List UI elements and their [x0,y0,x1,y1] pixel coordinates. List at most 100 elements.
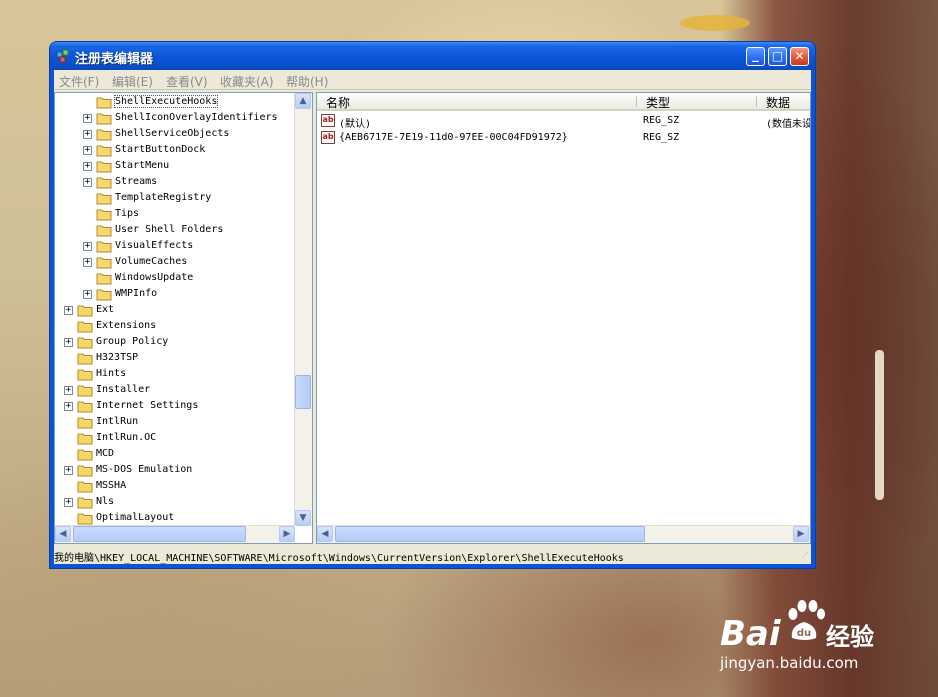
tree-node[interactable]: + VolumeCaches [55,255,295,271]
menu-view[interactable]: 查看(V) [166,73,208,90]
tree-node[interactable]: MCD [55,447,295,463]
folder-icon [77,321,93,333]
tree-node-label: Internet Settings [96,400,199,411]
expand-plus-icon[interactable]: + [64,306,73,315]
column-header-type[interactable]: 类型 [637,93,757,111]
folder-icon [96,177,112,189]
folder-icon [96,241,112,253]
tree-node[interactable]: Hints [55,367,295,383]
value-type: REG_SZ [643,115,680,126]
title-bar[interactable]: 注册表编辑器 _ □ ✕ [50,42,815,70]
expand-plus-icon[interactable]: + [64,466,73,475]
tree-horizontal-scrollbar[interactable]: ◀ ▶ [55,525,295,543]
expand-plus-icon[interactable]: + [64,402,73,411]
column-header-name[interactable]: 名称 [317,93,637,111]
menu-favorites[interactable]: 收藏夹(A) [220,73,274,90]
tree-node-label: User Shell Folders [115,224,224,235]
tree-node-label: ShellIconOverlayIdentifiers [115,112,278,123]
tree-node[interactable]: Extensions [55,319,295,335]
tree-node[interactable]: + StartMenu [55,159,295,175]
resize-grip-icon[interactable]: ⋰ [802,551,809,559]
folder-icon [77,401,93,413]
maximize-button[interactable]: □ [768,47,787,66]
folder-icon [96,193,112,205]
scroll-right-arrow-icon[interactable]: ▶ [279,526,295,542]
folder-icon [96,209,112,221]
expand-plus-icon[interactable]: + [64,338,73,347]
close-button[interactable]: ✕ [790,47,809,66]
watermark-brand: Bai [720,614,781,654]
scroll-right-arrow-icon[interactable]: ▶ [793,526,809,542]
tree-node[interactable]: IntlRun [55,415,295,431]
menu-edit[interactable]: 编辑(E) [112,73,153,90]
folder-icon [96,113,112,125]
folder-icon [77,369,93,381]
expand-plus-icon[interactable]: + [83,162,92,171]
expand-plus-icon[interactable]: + [83,130,92,139]
list-hscroll-thumb[interactable] [335,526,645,542]
value-row[interactable]: ab (默认) REG_SZ (数值未设 [317,113,810,130]
expand-plus-icon[interactable]: + [64,498,73,507]
tree-node[interactable]: + MS-DOS Emulation [55,463,295,479]
tree-node[interactable]: IntlRun.OC [55,431,295,447]
expand-plus-icon[interactable]: + [83,242,92,251]
value-list-pane[interactable]: 名称 类型 数据 ab (默认) REG_SZ (数值未设 ab {AEB6717E-7E… [316,92,811,544]
scroll-left-arrow-icon[interactable]: ◀ [317,526,333,542]
tree-node-label: MS-DOS Emulation [96,464,193,475]
folder-icon [77,465,93,477]
tree-node[interactable]: + ShellIconOverlayIdentifiers [55,111,295,127]
key-tree-pane[interactable]: ShellExecuteHooks + ShellIconOverlayIdenti… [54,92,313,544]
tree-node-label: IntlRun.OC [96,432,157,443]
expand-plus-icon[interactable]: + [83,258,92,267]
scroll-left-arrow-icon[interactable]: ◀ [55,526,71,542]
client-area: 文件(F) 编辑(E) 查看(V) 收藏夹(A) 帮助(H) ShellExec… [54,70,811,564]
tree-hscroll-thumb[interactable] [73,526,246,542]
expand-plus-icon[interactable]: + [83,146,92,155]
menu-divider [54,89,811,90]
column-name-label: 名称 [326,96,351,110]
scroll-down-arrow-icon[interactable]: ▼ [295,510,311,526]
menu-file[interactable]: 文件(F) [59,73,99,90]
expand-plus-icon[interactable]: + [83,290,92,299]
column-data-label: 数据 [766,96,791,110]
tree-node-label: MCD [96,448,115,459]
tree-node[interactable]: + Nls [55,495,295,511]
tree-node-label: WindowsUpdate [115,272,194,283]
value-row[interactable]: ab {AEB6717E-7E19-11d0-97EE-00C04FD91972}… [317,130,810,146]
tree-node[interactable]: + Internet Settings [55,399,295,415]
tree-node-label: Nls [96,496,115,507]
close-icon: ✕ [794,49,805,63]
string-value-icon: ab [321,131,335,144]
tree-node[interactable]: User Shell Folders [55,223,295,239]
tree-node[interactable]: + Ext [55,303,295,319]
expand-plus-icon[interactable]: + [83,178,92,187]
tree-node[interactable]: + StartButtonDock [55,143,295,159]
tree-vertical-scrollbar[interactable]: ▲ ▼ [294,93,312,526]
value-type: REG_SZ [643,132,680,143]
menu-help[interactable]: 帮助(H) [286,73,328,90]
folder-icon [77,417,93,429]
tree-node[interactable]: MSSHA [55,479,295,495]
tree-node[interactable]: + Installer [55,383,295,399]
tree-node[interactable]: Tips [55,207,295,223]
scroll-up-arrow-icon[interactable]: ▲ [295,93,311,109]
tree-node[interactable]: + ShellServiceObjects [55,127,295,143]
minimize-button[interactable]: _ [746,47,765,66]
column-header-data[interactable]: 数据 [757,93,810,111]
tree-node[interactable]: + Streams [55,175,295,191]
tree-node[interactable]: + VisualEffects [55,239,295,255]
tree-node[interactable]: + Group Policy [55,335,295,351]
tree-node-label: ShellExecuteHooks [113,95,219,108]
tree-vscroll-thumb[interactable] [295,375,311,409]
folder-icon [77,513,93,525]
list-horizontal-scrollbar[interactable]: ◀ ▶ [317,525,810,543]
expand-plus-icon[interactable]: + [83,114,92,123]
wallpaper-braid [875,350,884,500]
tree-node[interactable]: H323TSP [55,351,295,367]
tree-node[interactable]: + WMPInfo [55,287,295,303]
tree-node[interactable]: ShellExecuteHooks [55,95,295,111]
tree-node[interactable]: WindowsUpdate [55,271,295,287]
tree-node[interactable]: TemplateRegistry [55,191,295,207]
folder-icon [77,481,93,493]
expand-plus-icon[interactable]: + [64,386,73,395]
